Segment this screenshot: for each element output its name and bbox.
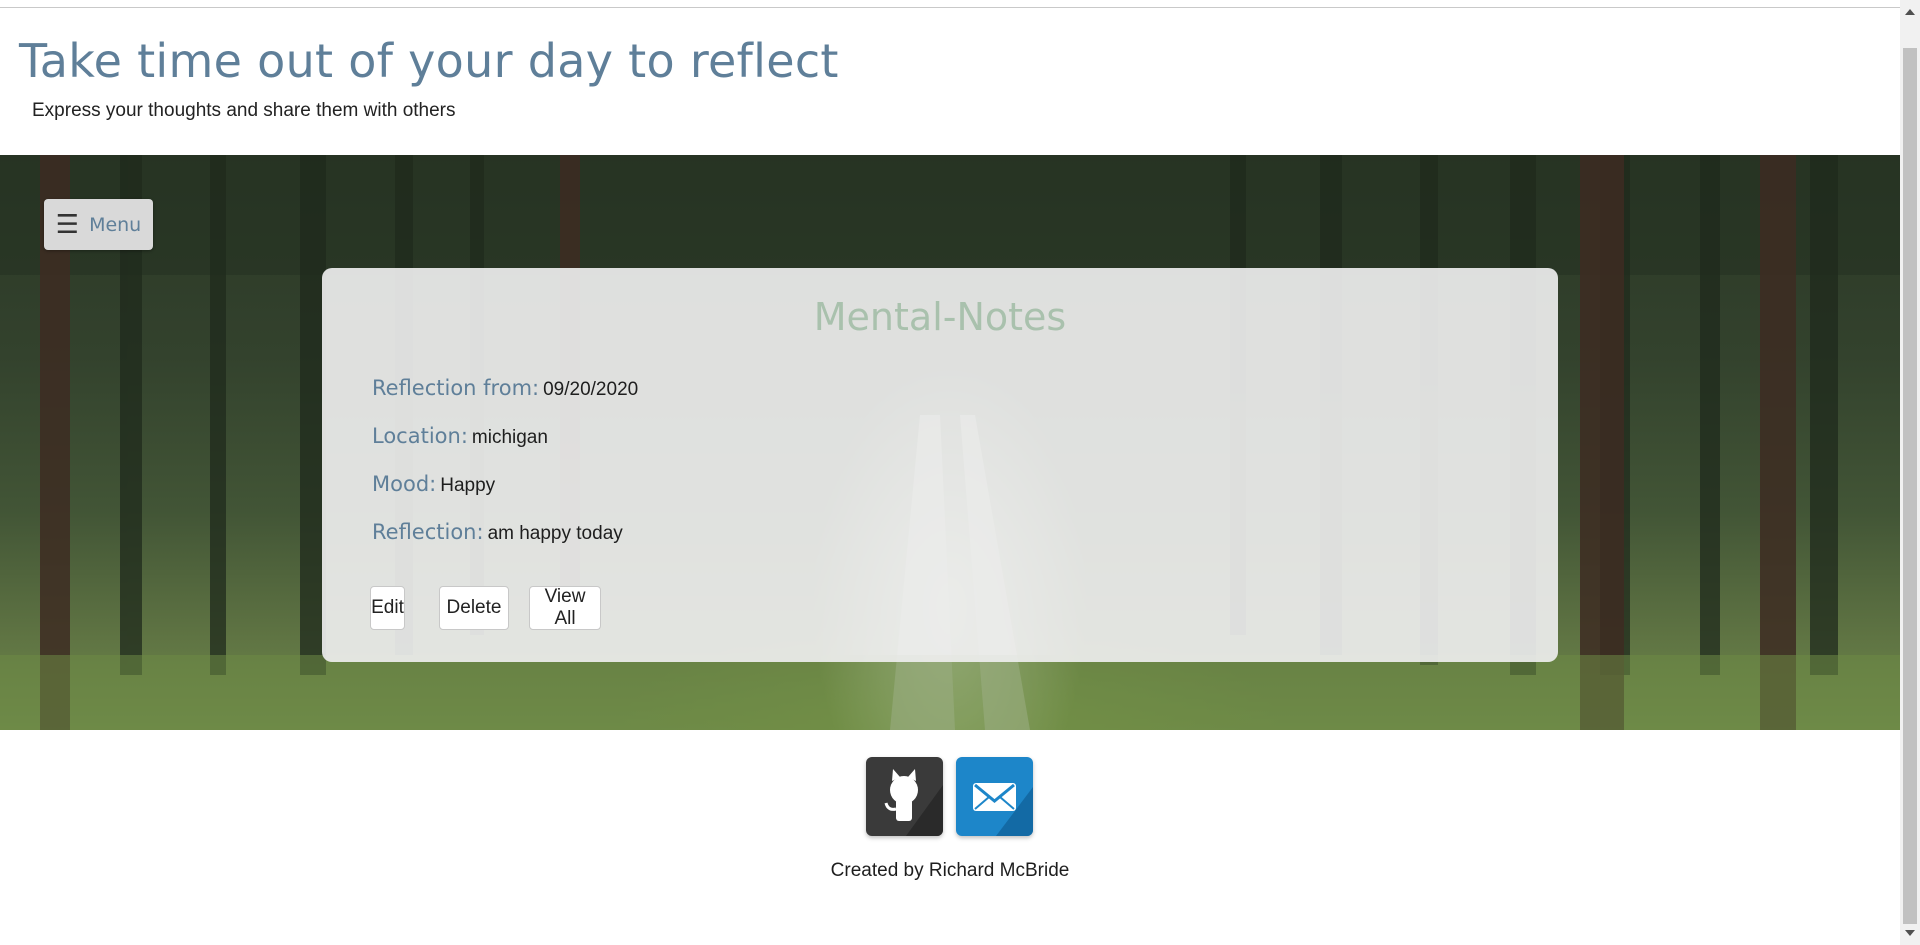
delete-button[interactable]: Delete [439, 586, 509, 630]
field-value: am happy today [487, 523, 623, 544]
github-icon [884, 769, 943, 836]
field-label: Reflection: [372, 520, 484, 544]
email-link[interactable] [956, 757, 1033, 836]
menu-label: Menu [89, 213, 142, 236]
card-title: Mental-Notes [813, 295, 1067, 339]
field-location: Location: michigan [372, 424, 548, 449]
field-value: 09/20/2020 [543, 379, 639, 400]
mail-icon [973, 783, 1033, 836]
scroll-up-arrow-icon[interactable] [1905, 9, 1915, 15]
page-title: Take time out of your day to reflect [19, 34, 839, 88]
footer-credit: Created by Richard McBride [830, 860, 1070, 881]
field-value: Happy [440, 475, 496, 496]
field-label: Reflection from: [372, 376, 540, 400]
github-link[interactable] [866, 757, 943, 836]
view-all-button[interactable]: View All [529, 586, 601, 630]
scrollbar-thumb[interactable] [1903, 48, 1917, 924]
field-label: Location: [372, 424, 468, 448]
scroll-down-arrow-icon[interactable] [1905, 930, 1915, 936]
browser-top-edge [0, 0, 1900, 8]
vertical-scrollbar[interactable] [1900, 0, 1920, 945]
hero-forest-banner: ☰ Menu Mental-Notes Reflection from: 09/2… [0, 155, 1900, 730]
page-subtitle: Express your thoughts and share them wit… [32, 100, 456, 121]
field-reflection-date: Reflection from: 09/20/2020 [372, 376, 638, 401]
edit-button[interactable]: Edit [370, 586, 405, 630]
field-value: michigan [471, 427, 548, 448]
field-label: Mood: [372, 472, 437, 496]
menu-button[interactable]: ☰ Menu [44, 199, 153, 250]
hamburger-icon: ☰ [55, 209, 80, 240]
field-mood: Mood: Happy [372, 472, 495, 497]
site-header: Take time out of your day to reflect Exp… [0, 8, 1900, 155]
note-card: Mental-Notes Reflection from: 09/20/2020 … [322, 268, 1558, 662]
field-reflection: Reflection: am happy today [372, 520, 623, 545]
